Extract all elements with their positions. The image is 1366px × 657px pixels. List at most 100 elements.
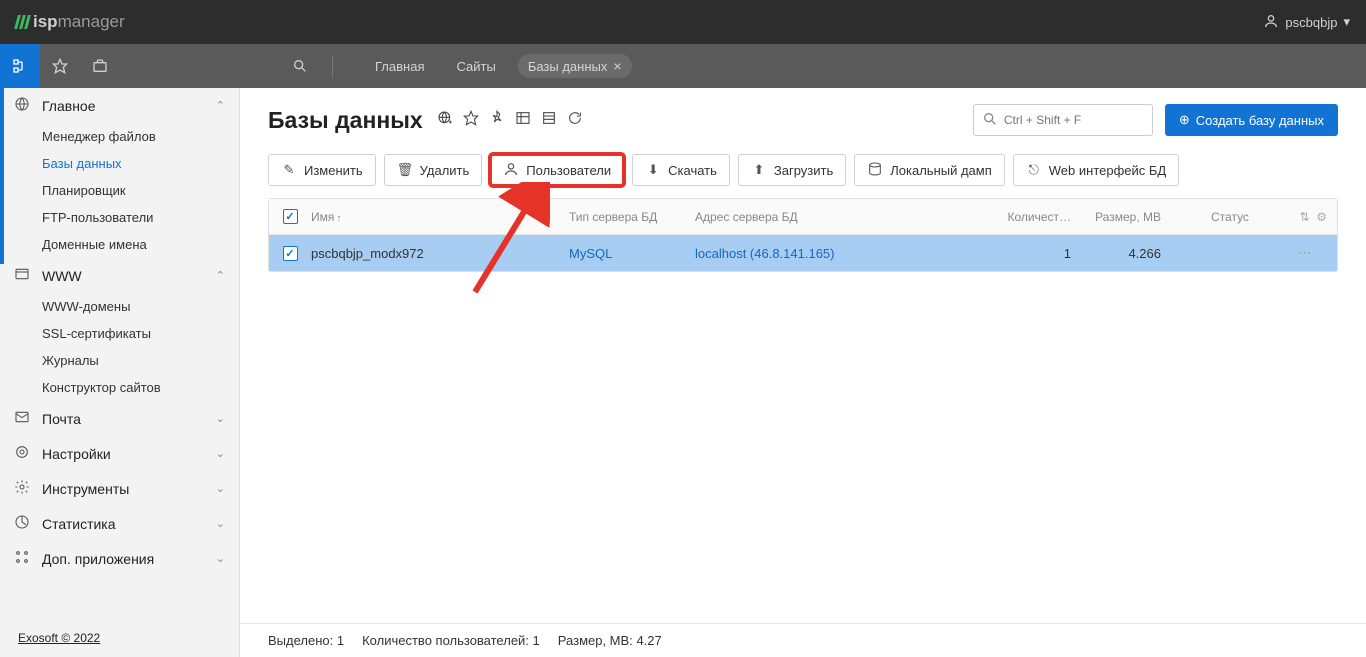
mail-icon: [14, 409, 32, 428]
web-db-ui-button[interactable]: ⎋ Web интерфейс БД: [1013, 154, 1179, 186]
cell-name: pscbqbjp_modx972: [311, 246, 569, 261]
main-content: Базы данных ⊕ Создать базу данных ✎Измен…: [240, 88, 1366, 657]
nav-section-tools[interactable]: Инструменты ⌄: [0, 471, 239, 506]
list-icon[interactable]: [541, 110, 557, 130]
nav-section-www[interactable]: WWW ⌃: [0, 258, 239, 293]
page-header-icons: [437, 110, 583, 130]
status-bar: Выделено: 1 Количество пользователей: 1 …: [240, 623, 1366, 657]
nav-section-main[interactable]: Главное ⌃: [0, 88, 239, 123]
chevron-down-icon: ⌄: [216, 447, 225, 460]
gear-icon: [14, 479, 32, 498]
external-icon: ⎋: [1026, 162, 1042, 178]
global-search-button[interactable]: [280, 44, 320, 88]
nav-section-settings[interactable]: Настройки ⌄: [0, 436, 239, 471]
sidebar-item-databases[interactable]: Базы данных: [0, 150, 239, 177]
create-database-button[interactable]: ⊕ Создать базу данных: [1165, 104, 1338, 136]
globe-plus-icon[interactable]: [437, 110, 453, 130]
nav-section-mail[interactable]: Почта ⌄: [0, 401, 239, 436]
edit-button[interactable]: ✎Изменить: [268, 154, 376, 186]
breadcrumb-sites[interactable]: Сайты: [446, 55, 505, 78]
nav-section-main-label: Главное: [42, 98, 96, 114]
tree-view-button[interactable]: [0, 44, 40, 88]
sidebar-item-scheduler[interactable]: Планировщик: [0, 177, 239, 204]
logo-text-isp: isp: [33, 12, 58, 32]
dump-label: Локальный дамп: [890, 163, 992, 178]
table-header: Имя↑ Тип сервера БД Адрес сервера БД Кол…: [269, 199, 1337, 235]
download-label: Скачать: [668, 163, 717, 178]
filter-icon[interactable]: ⇅: [1300, 210, 1310, 224]
table-row[interactable]: pscbqbjp_modx972 MySQL localhost (46.8.1…: [269, 235, 1337, 271]
sidebar-item-www-domains[interactable]: WWW-домены: [0, 293, 239, 320]
sidebar-item-file-manager[interactable]: Менеджер файлов: [0, 123, 239, 150]
page-search-box[interactable]: [973, 104, 1153, 136]
page-title: Базы данных: [268, 107, 423, 134]
nav-section-stats[interactable]: Статистика ⌄: [0, 506, 239, 541]
column-status[interactable]: Статус: [1171, 210, 1277, 224]
breadcrumb-home[interactable]: Главная: [365, 55, 434, 78]
action-toolbar: ✎Изменить 🗑Удалить Пользователи ⬇ Скачать…: [240, 146, 1366, 198]
delete-label: Удалить: [420, 163, 470, 178]
stats-icon: [14, 514, 32, 533]
plus-icon: ⊕: [1179, 112, 1190, 128]
sidebar: Главное ⌃ Менеджер файлов Базы данных Пл…: [0, 88, 240, 657]
sub-toolbar: Главная Сайты Базы данных ×: [0, 44, 1366, 88]
cell-count: 1: [985, 246, 1071, 261]
star-button[interactable]: [40, 44, 80, 88]
column-settings[interactable]: ⇅ ⚙: [1277, 210, 1337, 224]
breadcrumb-databases-label: Базы данных: [528, 59, 608, 74]
gear-icon[interactable]: ⚙: [1316, 210, 1327, 224]
logo: isp manager: [16, 12, 125, 32]
table-settings-icon[interactable]: [515, 110, 531, 130]
row-more-button[interactable]: ⋯: [1298, 245, 1327, 260]
briefcase-button[interactable]: [80, 44, 120, 88]
download-icon: ⬇: [645, 162, 661, 178]
pin-icon[interactable]: [489, 110, 505, 130]
upload-button[interactable]: ⬆Загрузить: [738, 154, 846, 186]
database-icon: [867, 161, 883, 180]
globe-icon: [14, 96, 32, 115]
column-size[interactable]: Размер, MB: [1071, 210, 1171, 224]
upload-label: Загрузить: [774, 163, 833, 178]
apps-icon: [14, 549, 32, 568]
user-menu[interactable]: pscbqbjp ▾: [1263, 13, 1350, 32]
status-selected: Выделено: 1: [268, 633, 344, 648]
www-icon: [14, 266, 32, 285]
chevron-up-icon: ⌃: [216, 269, 225, 282]
sidebar-item-site-builder[interactable]: Конструктор сайтов: [0, 374, 239, 401]
tune-icon: [14, 444, 32, 463]
local-dump-button[interactable]: Локальный дамп: [854, 154, 1005, 186]
page-header: Базы данных ⊕ Создать базу данных: [240, 88, 1366, 146]
column-server-address[interactable]: Адрес сервера БД: [695, 210, 985, 224]
nav-section-apps[interactable]: Доп. приложения ⌄: [0, 541, 239, 576]
page-search-input[interactable]: [1004, 113, 1144, 127]
close-icon[interactable]: ×: [613, 58, 621, 74]
column-user-count[interactable]: Количест…: [985, 210, 1071, 224]
nav-section-tools-label: Инструменты: [42, 481, 129, 497]
sidebar-item-logs[interactable]: Журналы: [0, 347, 239, 374]
nav-section-mail-label: Почта: [42, 411, 81, 427]
star-outline-icon[interactable]: [463, 110, 479, 130]
nav-section-stats-label: Статистика: [42, 516, 116, 532]
chevron-up-icon: ⌃: [216, 99, 225, 112]
delete-button[interactable]: 🗑Удалить: [384, 154, 483, 186]
sidebar-item-ssl-certs[interactable]: SSL-сертификаты: [0, 320, 239, 347]
status-size: Размер, MB: 4.27: [558, 633, 662, 648]
users-button[interactable]: Пользователи: [490, 154, 624, 186]
column-server-type[interactable]: Тип сервера БД: [569, 210, 695, 224]
user-name: pscbqbjp: [1285, 15, 1337, 30]
sidebar-item-domain-names[interactable]: Доменные имена: [0, 231, 239, 258]
sidebar-footer-link[interactable]: Exosoft © 2022: [0, 619, 239, 657]
sidebar-item-ftp-users[interactable]: FTP-пользователи: [0, 204, 239, 231]
select-all-checkbox[interactable]: [283, 209, 298, 224]
breadcrumb-databases[interactable]: Базы данных ×: [518, 54, 632, 78]
cell-type: MySQL: [569, 246, 695, 261]
download-button[interactable]: ⬇ Скачать: [632, 154, 730, 186]
nav-section-settings-label: Настройки: [42, 446, 111, 462]
chevron-down-icon: ▾: [1343, 14, 1350, 30]
row-checkbox[interactable]: [283, 246, 298, 261]
web-ui-label: Web интерфейс БД: [1049, 163, 1166, 178]
nav-section-apps-label: Доп. приложения: [42, 551, 154, 567]
edit-label: Изменить: [304, 163, 363, 178]
refresh-icon[interactable]: [567, 110, 583, 130]
column-name[interactable]: Имя↑: [311, 210, 569, 224]
